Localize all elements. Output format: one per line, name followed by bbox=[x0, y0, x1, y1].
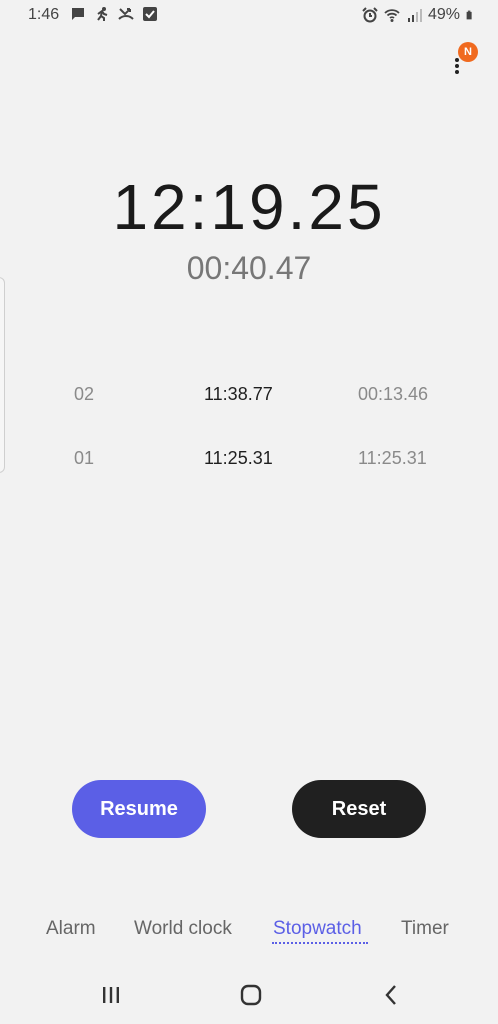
home-icon[interactable] bbox=[236, 980, 266, 1010]
lap-number: 02 bbox=[74, 384, 95, 404]
bottom-tabs: Alarm World clock Stopwatch Timer bbox=[0, 918, 498, 958]
alarm-icon bbox=[362, 7, 378, 23]
status-bar: 1:46 49% bbox=[0, 0, 498, 30]
reset-button[interactable]: Reset bbox=[292, 780, 426, 838]
stopwatch-main-time: 12:19.25 bbox=[112, 171, 386, 243]
stopwatch-lap-time: 00:40.47 bbox=[186, 250, 312, 286]
lap-total-time: 11:38.77 bbox=[204, 384, 273, 404]
battery-percent: 49% bbox=[427, 6, 460, 23]
tab-timer[interactable]: Timer bbox=[401, 918, 449, 940]
tab-alarm[interactable]: Alarm bbox=[46, 918, 96, 940]
checkbox-icon bbox=[143, 7, 157, 21]
tab-world-clock[interactable]: World clock bbox=[134, 918, 232, 940]
notification-badge: N bbox=[458, 42, 478, 62]
active-tab-indicator bbox=[272, 942, 368, 944]
running-icon bbox=[97, 7, 108, 21]
back-icon[interactable] bbox=[376, 980, 406, 1010]
status-left-icons bbox=[70, 6, 158, 22]
more-options-button[interactable]: N bbox=[448, 42, 478, 78]
system-navigation-bar bbox=[0, 966, 498, 1024]
recent-apps-icon[interactable] bbox=[96, 980, 126, 1010]
lap-list: 02 11:38.77 00:13.46 01 11:25.31 11:25.3… bbox=[0, 378, 498, 506]
missed-call-icon bbox=[118, 8, 134, 20]
lap-total-time: 11:25.31 bbox=[204, 448, 273, 468]
lap-number: 01 bbox=[74, 448, 95, 468]
wifi-icon bbox=[384, 9, 400, 22]
lap-row: 01 11:25.31 11:25.31 bbox=[0, 442, 498, 506]
resume-button[interactable]: Resume bbox=[72, 780, 206, 838]
message-icon bbox=[72, 8, 84, 20]
status-right-icons: 49% bbox=[362, 6, 476, 24]
battery-icon bbox=[466, 10, 472, 20]
status-time: 1:46 bbox=[28, 6, 60, 23]
lap-split-time: 00:13.46 bbox=[358, 384, 429, 404]
lap-split-time: 11:25.31 bbox=[358, 448, 427, 468]
signal-icon bbox=[407, 9, 422, 22]
lap-row: 02 11:38.77 00:13.46 bbox=[0, 378, 498, 442]
tab-stopwatch[interactable]: Stopwatch bbox=[273, 918, 362, 940]
